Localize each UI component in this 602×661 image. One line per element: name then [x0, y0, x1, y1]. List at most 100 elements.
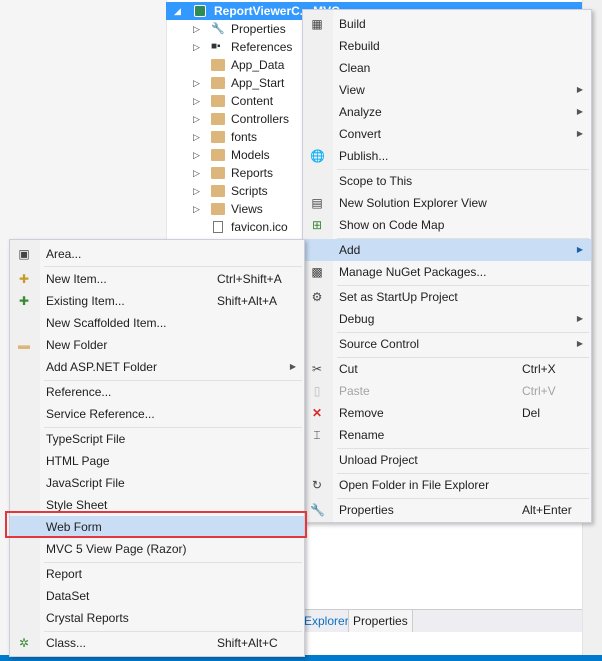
menu-item-open-folder[interactable]: ↻ Open Folder in File Explorer	[303, 474, 591, 496]
menu-item-convert[interactable]: Convert ▶	[303, 123, 591, 145]
menu-item-label: New Solution Explorer View	[339, 196, 487, 210]
menu-item-clean[interactable]: Clean	[303, 57, 591, 79]
menu-item-html-page[interactable]: HTML Page	[10, 450, 304, 472]
menu-item-manage-nuget[interactable]: ▩ Manage NuGet Packages...	[303, 261, 591, 283]
submenu-arrow-icon: ▶	[576, 245, 583, 254]
menu-item-label: Convert	[339, 127, 382, 141]
menu-item-publish[interactable]: 🌐 Publish...	[303, 145, 591, 167]
remove-x-icon: ✕	[311, 406, 323, 420]
menu-item-unload-project[interactable]: Unload Project	[303, 449, 591, 471]
menu-item-reference[interactable]: Reference...	[10, 381, 304, 403]
menu-item-add[interactable]: Add ▶	[303, 239, 591, 261]
menu-item-label: Analyze	[339, 105, 382, 119]
expand-arrow-icon[interactable]: ▷	[193, 128, 203, 146]
menu-item-typescript-file[interactable]: TypeScript File	[10, 428, 304, 450]
expand-arrow-icon[interactable]: ▷	[193, 92, 203, 110]
submenu-arrow-icon: ▶	[576, 107, 583, 116]
tab-properties[interactable]: Properties	[348, 610, 413, 632]
menu-item-properties[interactable]: 🔧 Properties Alt+Enter	[303, 499, 591, 521]
folder-icon	[211, 59, 225, 71]
menu-item-label: Set as StartUp Project	[339, 290, 458, 304]
menu-item-label: View	[339, 83, 365, 97]
expand-arrow-icon[interactable]: ▷	[193, 74, 203, 92]
menu-item-label: New Folder	[46, 338, 108, 352]
menu-item-label: MVC 5 View Page (Razor)	[46, 542, 187, 556]
menu-item-label: TypeScript File	[46, 432, 126, 446]
menu-item-label: Existing Item...	[46, 294, 125, 308]
expand-arrow-icon[interactable]: ▷	[193, 110, 203, 128]
menu-item-label: Remove	[339, 406, 384, 420]
expand-arrow-icon[interactable]: ▷	[193, 200, 203, 218]
menu-item-label: Build	[339, 17, 366, 31]
menu-item-new-folder[interactable]: ▬ New Folder	[10, 334, 304, 356]
menu-item-crystal-reports[interactable]: Crystal Reports	[10, 607, 304, 629]
menu-item-new-item[interactable]: ✚ New Item... Ctrl+Shift+A	[10, 268, 304, 290]
menu-item-report[interactable]: Report	[10, 563, 304, 585]
tree-item-label: Properties	[231, 22, 286, 36]
expand-arrow-icon[interactable]: ▷	[193, 182, 203, 200]
expand-arrow-icon[interactable]: ▷	[193, 38, 203, 56]
menu-item-label: Service Reference...	[46, 407, 155, 421]
shortcut-label: Ctrl+V	[522, 384, 556, 398]
context-menu: ▦ Build Rebuild Clean View ▶ Analyze ▶ C…	[302, 9, 592, 523]
shortcut-label: Alt+Enter	[522, 503, 572, 517]
shortcut-label: Del	[522, 406, 541, 420]
expand-arrow-icon[interactable]: ▷	[193, 146, 203, 164]
folder-icon	[211, 113, 225, 125]
menu-item-label: Report	[46, 567, 83, 581]
menu-item-label: Debug	[339, 312, 375, 326]
tree-item-label: fonts	[231, 130, 258, 144]
menu-item-cut[interactable]: ✂ Cut Ctrl+X	[303, 358, 591, 380]
menu-item-existing-item[interactable]: ✚ Existing Item... Shift+Alt+A	[10, 290, 304, 312]
menu-item-build[interactable]: ▦ Build	[303, 13, 591, 35]
tree-item-label: App_Data	[231, 58, 285, 72]
shortcut-label: Ctrl+Shift+A	[217, 272, 282, 286]
folder-icon	[211, 95, 225, 107]
menu-item-paste[interactable]: ▯ Paste Ctrl+V	[303, 380, 591, 402]
menu-item-label: Open Folder in File Explorer	[339, 478, 490, 492]
menu-item-area[interactable]: ▣ Area...	[10, 243, 304, 265]
menu-item-new-scaffolded-item[interactable]: New Scaffolded Item...	[10, 312, 304, 334]
solution-explorer-icon: ▤	[311, 196, 323, 210]
menu-item-service-reference[interactable]: Service Reference...	[10, 403, 304, 425]
menu-item-label: Paste	[339, 384, 370, 398]
menu-item-label: Class...	[46, 636, 87, 650]
menu-item-mvc5-view-page[interactable]: MVC 5 View Page (Razor)	[10, 538, 304, 560]
menu-item-label: Add	[339, 243, 361, 257]
menu-item-label: Manage NuGet Packages...	[339, 265, 487, 279]
menu-item-javascript-file[interactable]: JavaScript File	[10, 472, 304, 494]
menu-item-dataset[interactable]: DataSet	[10, 585, 304, 607]
globe-icon: 🌐	[310, 149, 325, 163]
submenu-arrow-icon: ▶	[289, 362, 296, 371]
menu-item-analyze[interactable]: Analyze ▶	[303, 101, 591, 123]
menu-item-show-on-code-map[interactable]: ⊞ Show on Code Map	[303, 214, 591, 236]
folder-icon	[211, 131, 225, 143]
menu-item-debug[interactable]: Debug ▶	[303, 308, 591, 330]
submenu-arrow-icon: ▶	[576, 85, 583, 94]
menu-item-rebuild[interactable]: Rebuild	[303, 35, 591, 57]
expand-arrow-icon[interactable]: ▷	[193, 164, 203, 182]
scissors-icon: ✂	[311, 362, 323, 376]
menu-item-set-startup[interactable]: ⚙ Set as StartUp Project	[303, 286, 591, 308]
nuget-icon: ▩	[311, 265, 323, 279]
file-icon	[213, 221, 223, 233]
tree-item-label: Models	[231, 148, 270, 162]
build-icon: ▦	[311, 17, 323, 31]
menu-item-scope-to-this[interactable]: Scope to This	[303, 170, 591, 192]
menu-separator	[44, 266, 302, 267]
menu-item-view[interactable]: View ▶	[303, 79, 591, 101]
panel-tabs: Explorer Properties	[300, 609, 582, 632]
menu-item-class[interactable]: ✲ Class... Shift+Alt+C	[10, 632, 304, 654]
tab-solution-explorer[interactable]: Explorer	[300, 610, 353, 632]
expand-arrow-icon[interactable]: ▷	[193, 20, 203, 38]
menu-item-new-solution-explorer-view[interactable]: ▤ New Solution Explorer View	[303, 192, 591, 214]
menu-item-remove[interactable]: ✕ Remove Del	[303, 402, 591, 424]
menu-item-source-control[interactable]: Source Control ▶	[303, 333, 591, 355]
collapse-arrow-icon[interactable]: ◢	[174, 2, 181, 20]
menu-item-label: Add ASP.NET Folder	[46, 360, 157, 374]
menu-item-rename[interactable]: ⌶ Rename	[303, 424, 591, 446]
tree-item-label: Scripts	[231, 184, 268, 198]
tree-item-label: References	[231, 40, 293, 54]
menu-item-add-aspnet-folder[interactable]: Add ASP.NET Folder ▶	[10, 356, 304, 378]
menu-item-label: Publish...	[339, 149, 389, 163]
